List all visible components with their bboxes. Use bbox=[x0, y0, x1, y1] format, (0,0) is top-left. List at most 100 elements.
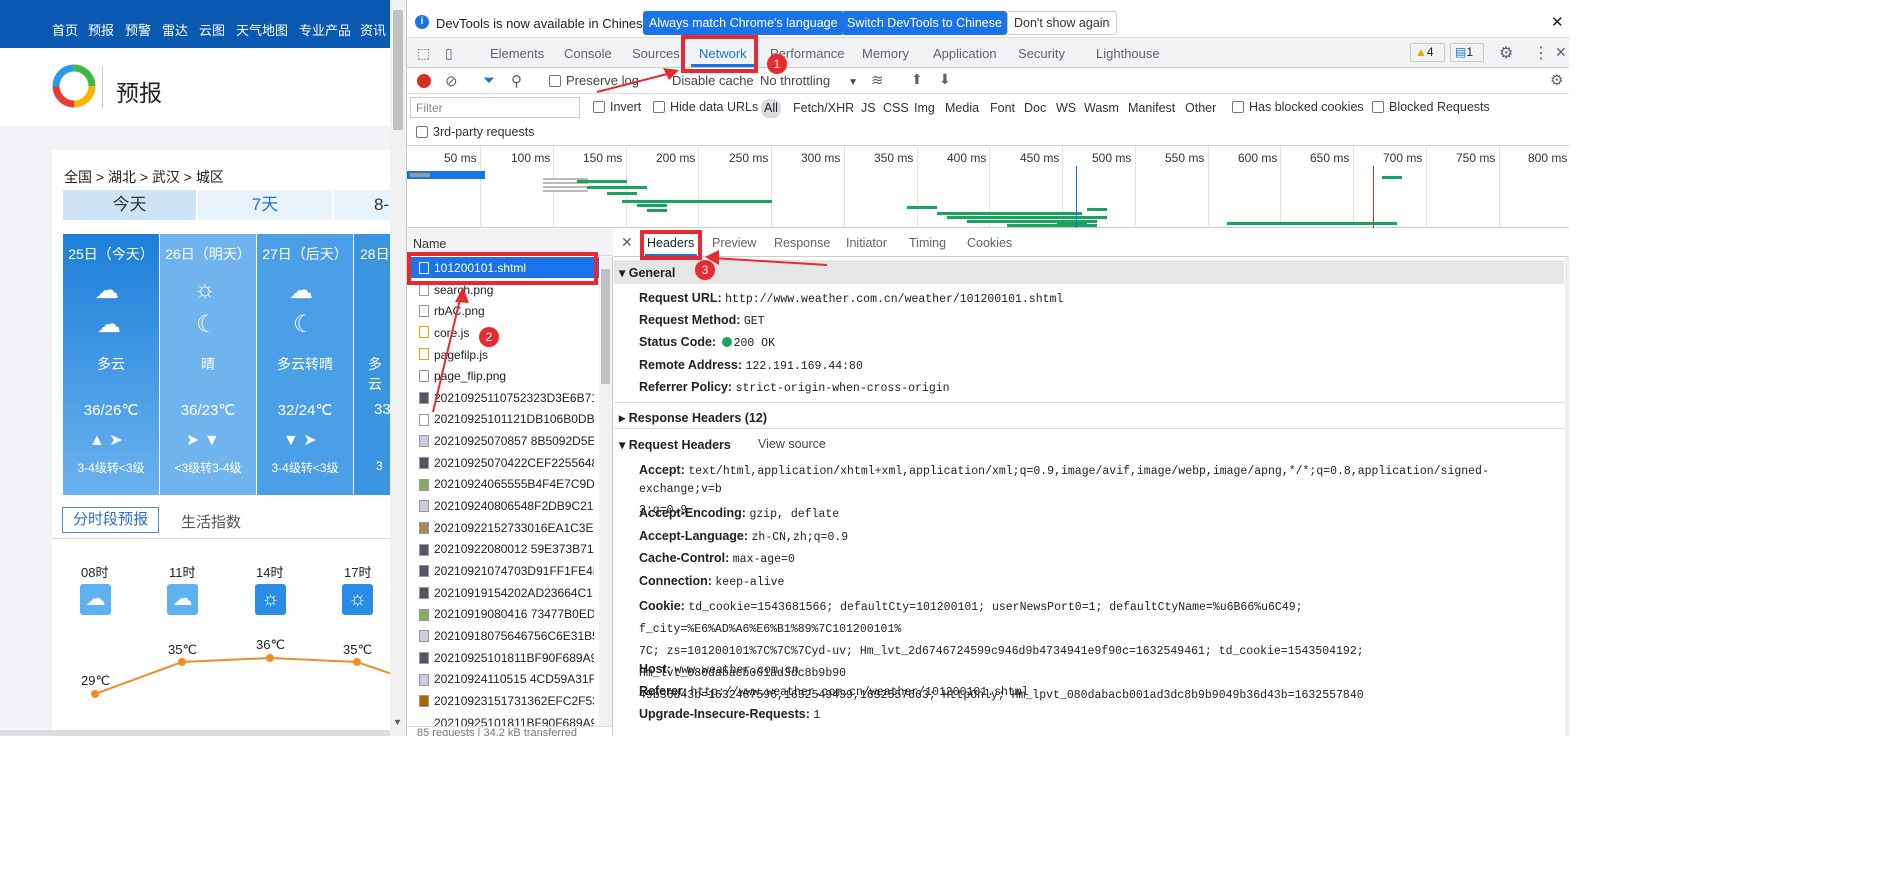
search-icon[interactable]: ⚲ bbox=[511, 72, 522, 90]
request-row[interactable]: 20210925101121DB106B0DB bbox=[434, 412, 594, 426]
disable-cache-checkbox[interactable]: Disable cache bbox=[655, 73, 754, 88]
tab-initiator[interactable]: Initiator bbox=[846, 236, 887, 250]
request-row[interactable]: 20210924065555B4F4E7C9DA bbox=[434, 477, 594, 491]
close-icon[interactable]: ✕ bbox=[1551, 13, 1564, 31]
tab-timing[interactable]: Timing bbox=[909, 236, 946, 250]
scroll-thumb[interactable] bbox=[601, 269, 610, 384]
scroll-down-icon[interactable]: ▼ bbox=[393, 717, 402, 727]
invert-checkbox[interactable]: Invert bbox=[593, 100, 641, 114]
tab-sources[interactable]: Sources bbox=[632, 46, 680, 61]
tab-today[interactable]: 今天 bbox=[63, 190, 196, 220]
day-card-27[interactable]: 27日（后天） ☁ ☾ 多云转晴 32/24℃ ▼ ➤ 3-4级转<3级 bbox=[257, 234, 353, 495]
preserve-log-checkbox[interactable]: Preserve log bbox=[549, 73, 639, 88]
view-source-link[interactable]: View source bbox=[758, 437, 826, 451]
filter-font[interactable]: Font bbox=[990, 101, 1015, 115]
request-row[interactable]: 20210919080416 73477B0ED5 bbox=[434, 607, 594, 621]
tab-life-index[interactable]: 生活指数 bbox=[181, 511, 241, 532]
throttling-select[interactable]: No throttling ▼ bbox=[760, 73, 858, 88]
tab-response[interactable]: Response bbox=[774, 236, 830, 250]
page-scrollbar[interactable]: ▼ bbox=[390, 0, 406, 736]
record-icon[interactable] bbox=[417, 74, 431, 88]
tab-console[interactable]: Console bbox=[564, 46, 612, 61]
clear-icon[interactable]: ⊘ bbox=[445, 72, 458, 90]
nav-warning[interactable]: 预警 bbox=[125, 20, 151, 39]
warnings-badge[interactable]: ▲4 bbox=[1410, 43, 1445, 62]
filter-ws[interactable]: WS bbox=[1056, 101, 1076, 115]
tab-hourly[interactable]: 分时段预报 bbox=[62, 507, 159, 533]
network-conditions-icon[interactable]: ≋ bbox=[871, 71, 884, 89]
close-detail-icon[interactable]: ✕ bbox=[621, 234, 633, 251]
tab-memory[interactable]: Memory bbox=[862, 46, 909, 61]
detail-scrollbar[interactable] bbox=[1565, 258, 1569, 736]
filter-other[interactable]: Other bbox=[1185, 101, 1216, 115]
inspect-icon[interactable]: ⬚ bbox=[417, 45, 430, 62]
request-row[interactable]: 20210925101811BF90F689A9 bbox=[434, 716, 594, 726]
request-row[interactable]: rbAC.png bbox=[434, 304, 594, 318]
gear-icon[interactable]: ⚙ bbox=[1499, 43, 1513, 63]
tab-preview[interactable]: Preview bbox=[712, 236, 756, 250]
filter-xhr[interactable]: Fetch/XHR bbox=[793, 101, 854, 115]
tab-elements[interactable]: Elements bbox=[490, 46, 544, 61]
day-card-25[interactable]: 25日（今天） ☁ ☁ 多云 36/26℃ ▲ ➤ 3-4级转<3级 bbox=[63, 234, 159, 495]
request-headers-section[interactable]: ▾ Request Headers bbox=[619, 437, 731, 452]
filter-input[interactable]: Filter bbox=[410, 97, 580, 118]
filter-all[interactable]: All bbox=[761, 99, 781, 118]
request-row[interactable]: 20210925101811BF90F689A9 bbox=[434, 651, 594, 665]
request-row[interactable]: 20210925070422CEF2255648 bbox=[434, 456, 594, 470]
day-card-26[interactable]: 26日（明天） ☼ ☾ 晴 36/23℃ ➤ ▼ <3级转3-4级 bbox=[160, 234, 256, 495]
close-devtools-icon[interactable]: ✕ bbox=[1555, 44, 1567, 61]
upload-icon[interactable]: ⬆ bbox=[911, 71, 923, 88]
request-row[interactable]: pagefilp.js bbox=[434, 348, 594, 362]
third-party-checkbox[interactable]: 3rd-party requests bbox=[416, 125, 534, 139]
scroll-thumb[interactable] bbox=[393, 10, 403, 130]
request-row[interactable]: 20210925070857 8B5092D5E bbox=[434, 434, 594, 448]
filter-doc[interactable]: Doc bbox=[1024, 101, 1046, 115]
match-language-button[interactable]: Always match Chrome's language bbox=[643, 11, 844, 35]
tab-security[interactable]: Security bbox=[1018, 46, 1065, 61]
response-headers-section[interactable]: ▸ Response Headers (12) bbox=[619, 410, 767, 425]
nav-products[interactable]: 专业产品 bbox=[299, 20, 351, 39]
filter-css[interactable]: CSS bbox=[883, 101, 909, 115]
more-icon[interactable]: ⋮ bbox=[1533, 43, 1549, 63]
blocked-requests-checkbox[interactable]: Blocked Requests bbox=[1372, 100, 1490, 114]
tab-8day[interactable]: 8- bbox=[334, 190, 390, 220]
request-row[interactable]: 20210923151731362EFC2F53 bbox=[434, 694, 594, 708]
filter-media[interactable]: Media bbox=[945, 101, 979, 115]
h-scrollbar[interactable] bbox=[0, 730, 390, 736]
nav-map[interactable]: 天气地图 bbox=[236, 20, 288, 39]
request-row[interactable]: 20210922080012 59E373B71A bbox=[434, 542, 594, 556]
request-row[interactable]: 20210918075646756C6E31B5 bbox=[434, 629, 594, 643]
day-card-28[interactable]: 28日 多云 33 3 bbox=[354, 234, 390, 495]
general-section-header[interactable] bbox=[614, 260, 1564, 284]
tab-application[interactable]: Application bbox=[933, 46, 997, 61]
nav-radar[interactable]: 雷达 bbox=[162, 20, 188, 39]
request-row[interactable]: 20210925110752323D3E6B712 bbox=[434, 391, 594, 405]
tab-lighthouse[interactable]: Lighthouse bbox=[1096, 46, 1160, 61]
request-row[interactable]: 20210921074703D91FF1FE4F bbox=[434, 564, 594, 578]
dont-show-button[interactable]: Don't show again bbox=[1007, 11, 1117, 35]
request-row[interactable]: page_flip.png bbox=[434, 369, 594, 383]
download-icon[interactable]: ⬇ bbox=[939, 71, 951, 88]
nav-cloud[interactable]: 云图 bbox=[199, 20, 225, 39]
messages-badge[interactable]: ▤1 bbox=[1450, 43, 1484, 62]
switch-chinese-button[interactable]: Switch DevTools to Chinese bbox=[842, 11, 1007, 35]
tab-7day[interactable]: 7天 bbox=[198, 190, 332, 220]
network-settings-icon[interactable]: ⚙ bbox=[1550, 71, 1563, 89]
nav-forecast[interactable]: 预报 bbox=[88, 20, 114, 39]
filter-js[interactable]: JS bbox=[861, 101, 876, 115]
request-row[interactable]: 20210924110515 4CD59A31F. bbox=[434, 672, 594, 686]
filter-manifest[interactable]: Manifest bbox=[1128, 101, 1175, 115]
request-row[interactable]: 20210919154202AD23664C1. bbox=[434, 586, 594, 600]
filter-wasm[interactable]: Wasm bbox=[1084, 101, 1119, 115]
filter-img[interactable]: Img bbox=[914, 101, 935, 115]
hide-data-urls-checkbox[interactable]: Hide data URLs bbox=[653, 100, 758, 114]
device-icon[interactable]: ▯ bbox=[445, 45, 453, 62]
tab-cookies[interactable]: Cookies bbox=[967, 236, 1012, 250]
nav-home[interactable]: 首页 bbox=[52, 20, 78, 39]
filter-icon[interactable]: ⏷ bbox=[483, 72, 495, 89]
request-row[interactable]: 202109240806548F2DB9C212 bbox=[434, 499, 594, 513]
nav-news[interactable]: 资讯 bbox=[360, 20, 386, 39]
blocked-cookies-checkbox[interactable]: Has blocked cookies bbox=[1232, 100, 1364, 114]
request-row[interactable]: search.png bbox=[434, 283, 594, 297]
request-row[interactable]: 20210922152733016EA1C3ED bbox=[434, 521, 594, 535]
